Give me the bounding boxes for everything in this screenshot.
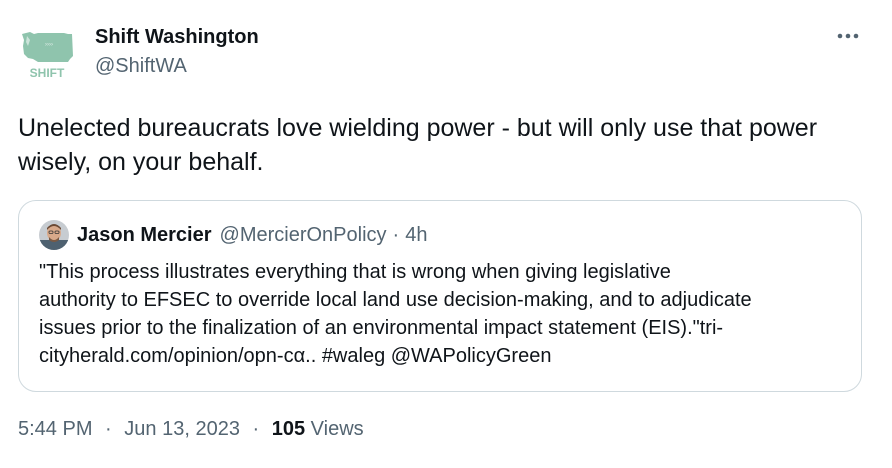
quoted-author-avatar xyxy=(39,220,69,250)
quoted-tweet-header: Jason Mercier @MercierOnPolicy · 4h xyxy=(39,220,427,250)
quoted-text-line: "This process illustrates everything tha… xyxy=(39,261,671,283)
more-horizontal-icon xyxy=(837,33,859,39)
quoted-text-line: issues prior to the finalization of an e… xyxy=(39,317,724,339)
meta-separator: · xyxy=(105,418,112,440)
tweet-text: Unelected bureaucrats love wielding powe… xyxy=(18,114,818,176)
author-display-name[interactable]: Shift Washington xyxy=(95,24,259,50)
quoted-display-name[interactable]: Jason Mercier xyxy=(77,224,212,247)
author-info: Shift Washington @ShiftWA xyxy=(95,24,259,79)
tweet-time[interactable]: 5:44 PM xyxy=(18,418,92,440)
author-avatar[interactable]: ›››› SHIFT xyxy=(18,24,76,82)
tweet-meta: 5:44 PM · Jun 13, 2023 · 105 Views xyxy=(18,418,364,441)
logo-text: SHIFT xyxy=(30,66,65,80)
views-count: 105 xyxy=(271,418,306,440)
quoted-handle[interactable]: @MercierOnPolicy xyxy=(220,224,387,247)
washington-state-map-logo-icon: ›››› SHIFT xyxy=(22,32,73,80)
quoted-tweet-text: "This process illustrates everything tha… xyxy=(39,258,849,370)
tweet-card: ›››› SHIFT Shift Washington @ShiftWA Une… xyxy=(0,0,892,468)
quoted-timestamp[interactable]: 4h xyxy=(405,224,427,247)
quoted-text-line: authority to EFSEC to override local lan… xyxy=(39,289,752,311)
author-handle[interactable]: @ShiftWA xyxy=(95,53,259,79)
views-label: Views xyxy=(310,418,364,440)
svg-text:››››: ›››› xyxy=(45,42,53,48)
quoted-separator: · xyxy=(392,223,400,246)
person-photo-avatar-icon xyxy=(39,220,69,250)
quoted-text-line: cityherald.com/opinion/opn-cα.. #waleg @… xyxy=(39,345,552,367)
more-options-button[interactable] xyxy=(834,24,862,48)
meta-separator: · xyxy=(252,418,260,440)
quoted-tweet[interactable]: Jason Mercier @MercierOnPolicy · 4h "Thi… xyxy=(18,200,862,392)
tweet-date[interactable]: Jun 13, 2023 xyxy=(124,418,240,440)
